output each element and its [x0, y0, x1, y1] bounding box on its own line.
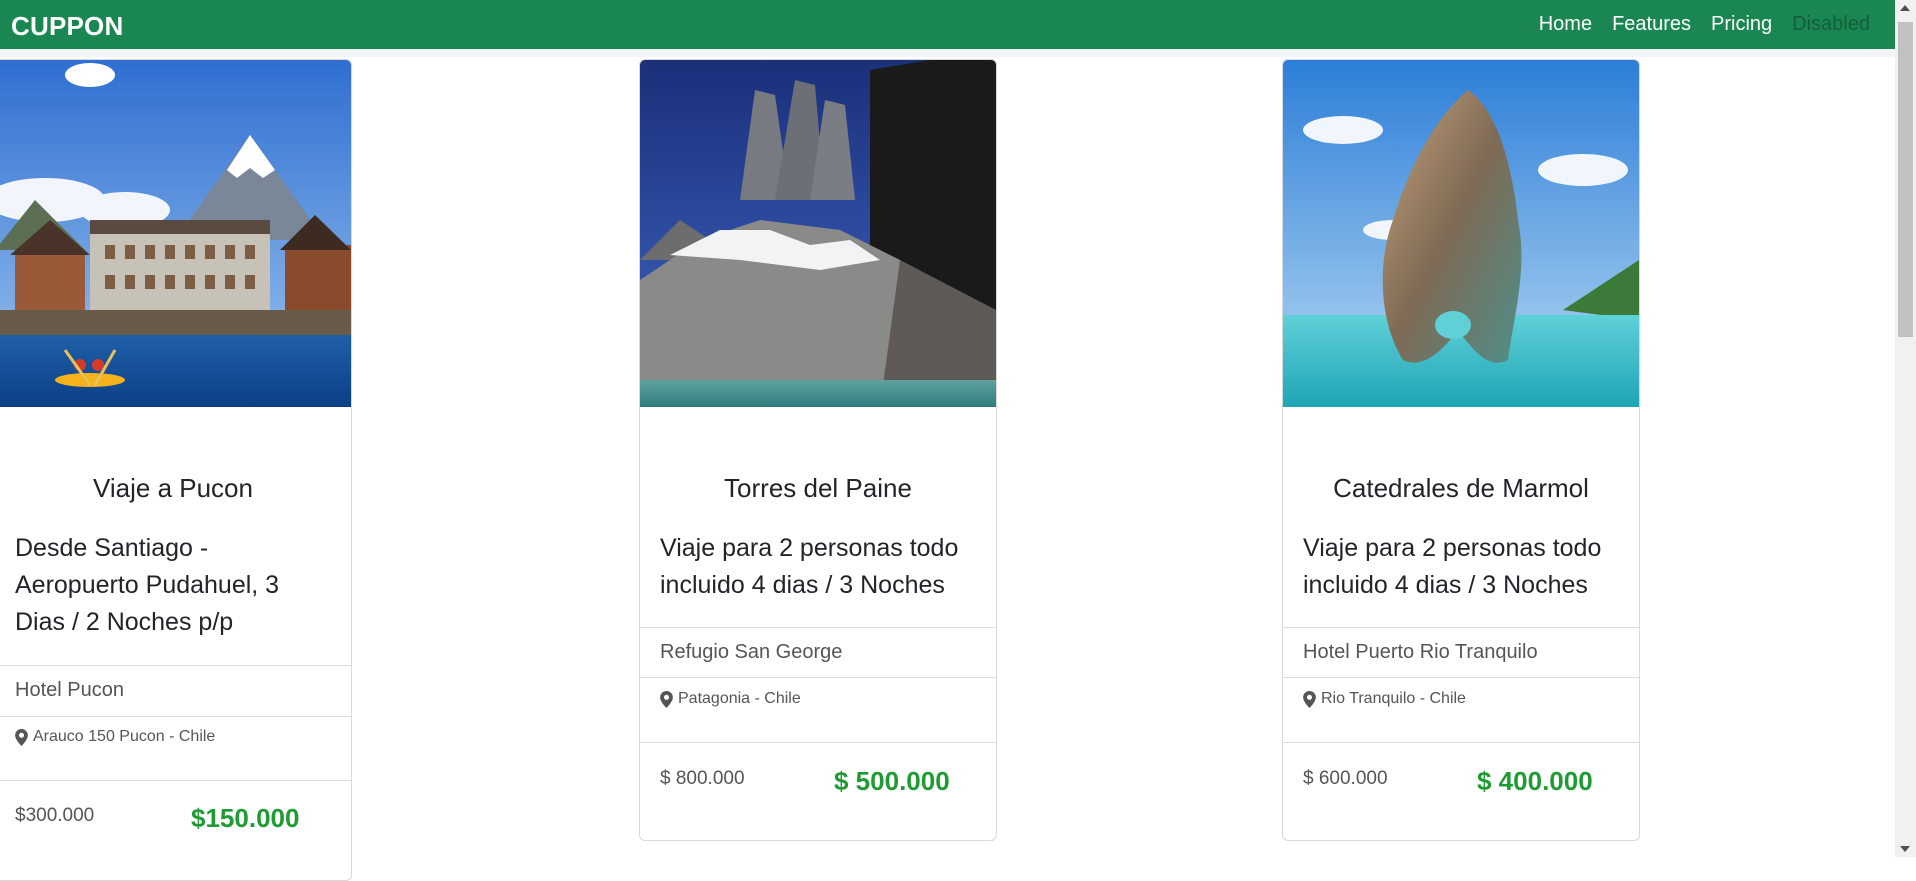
card-subtitle: Viaje para 2 personas todo incluido 4 di… [1303, 534, 1602, 599]
top-navbar: CUPPON Home Features Pricing Disabled [0, 0, 1895, 49]
discount-price: $150.000 [191, 803, 300, 833]
card-title: Viaje a Pucon [93, 473, 253, 503]
card-image-pucon [0, 60, 351, 407]
card-divider [640, 742, 996, 743]
navbar-shadow [0, 49, 1895, 57]
card-title: Torres del Paine [724, 473, 912, 503]
hotel-name: Hotel Puerto Rio Tranquilo [1303, 641, 1538, 663]
offer-card-catedrales-de-marmol[interactable]: Catedrales de Marmol Viaje para 2 person… [1282, 59, 1640, 841]
original-price: $300.000 [15, 805, 95, 826]
card-divider [640, 627, 996, 628]
card-divider [1283, 677, 1639, 678]
card-image-torres-del-paine [640, 60, 996, 407]
card-divider [640, 677, 996, 678]
nav-links: Home Features Pricing Disabled [1519, 0, 1870, 49]
location-text: Rio Tranquilo - Chile [1321, 690, 1466, 707]
card-subtitle: Viaje para 2 personas todo incluido 4 di… [660, 534, 959, 599]
brand-logo[interactable]: CUPPON [11, 11, 123, 41]
scrollbar-thumb[interactable] [1898, 22, 1913, 337]
map-marker-icon [15, 728, 28, 746]
nav-home[interactable]: Home [1539, 13, 1592, 36]
map-marker-icon [660, 690, 673, 708]
nav-features[interactable]: Features [1612, 13, 1691, 36]
location-text: Arauco 150 Pucon - Chile [33, 728, 216, 745]
offer-card-torres-del-paine[interactable]: Torres del Paine Viaje para 2 personas t… [639, 59, 997, 841]
scroll-down-icon[interactable] [1900, 846, 1910, 852]
hotel-name: Hotel Pucon [15, 679, 124, 701]
discount-price: $ 400.000 [1477, 766, 1593, 796]
hotel-name: Refugio San George [660, 641, 843, 663]
nav-disabled: Disabled [1792, 13, 1870, 35]
scroll-up-icon[interactable] [1900, 5, 1910, 11]
card-divider [0, 665, 351, 666]
map-marker-icon [1303, 690, 1316, 708]
nav-pricing[interactable]: Pricing [1711, 13, 1772, 36]
card-divider [1283, 742, 1639, 743]
location-text: Patagonia - Chile [678, 690, 801, 707]
location-row: Rio Tranquilo - Chile [1303, 690, 1466, 708]
card-divider [0, 780, 351, 781]
card-title: Catedrales de Marmol [1333, 473, 1589, 503]
page-scrollbar[interactable] [1895, 0, 1916, 857]
card-divider [1283, 627, 1639, 628]
offer-card-pucon[interactable]: Viaje a Pucon Desde Santiago - Aeropuert… [0, 59, 352, 881]
card-subtitle: Desde Santiago - Aeropuerto Pudahuel, 3 … [15, 534, 280, 636]
discount-price: $ 500.000 [834, 766, 950, 796]
card-image-catedrales-de-marmol [1283, 60, 1639, 407]
location-row: Arauco 150 Pucon - Chile [15, 728, 215, 746]
card-divider [0, 716, 351, 717]
location-row: Patagonia - Chile [660, 690, 801, 708]
original-price: $ 600.000 [1303, 768, 1388, 789]
original-price: $ 800.000 [660, 768, 745, 789]
